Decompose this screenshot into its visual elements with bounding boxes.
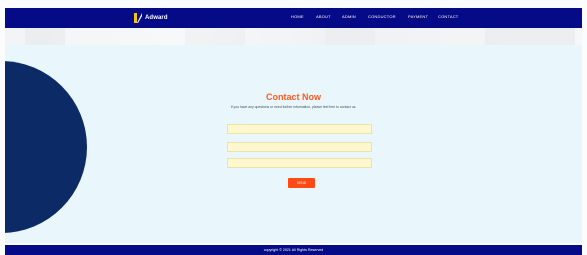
background-decor	[485, 28, 575, 45]
background-decor	[185, 28, 245, 45]
footer: copyright © 2021 All Rights Reserved	[5, 245, 582, 255]
copyright-text: copyright © 2021 All Rights Reserved	[263, 248, 324, 252]
contact-subtitle: If you have any questions or need furthe…	[230, 105, 357, 109]
nav-admin[interactable]: ADMIN	[342, 14, 356, 19]
contact-title: Contact Now	[266, 92, 321, 102]
contact-section: Contact Now If you have any questions or…	[5, 45, 582, 243]
name-field[interactable]	[227, 124, 372, 134]
page: Adward HOME ABOUT ADMIN CONDUCTOR PAYMEN…	[0, 0, 587, 255]
background-decor	[325, 28, 375, 45]
email-field[interactable]	[227, 142, 372, 152]
brand-logo[interactable]: Adward	[134, 12, 168, 24]
nav-home[interactable]: HOME	[291, 14, 304, 19]
header-background-strip	[5, 28, 582, 45]
send-button[interactable]: SEND	[288, 178, 315, 188]
nav-about[interactable]: ABOUT	[316, 14, 331, 19]
brand-name: Adward	[145, 15, 168, 21]
nav-conductor[interactable]: CONDUCTOR	[368, 14, 396, 19]
decorative-semicircle	[5, 61, 87, 233]
nav-payment[interactable]: PAYMENT	[408, 14, 428, 19]
message-field[interactable]	[227, 158, 372, 168]
nav-contact[interactable]: CONTACT	[438, 14, 458, 19]
logo-icon	[134, 13, 142, 23]
background-decor	[25, 28, 65, 45]
top-navbar: Adward HOME ABOUT ADMIN CONDUCTOR PAYMEN…	[5, 8, 582, 28]
